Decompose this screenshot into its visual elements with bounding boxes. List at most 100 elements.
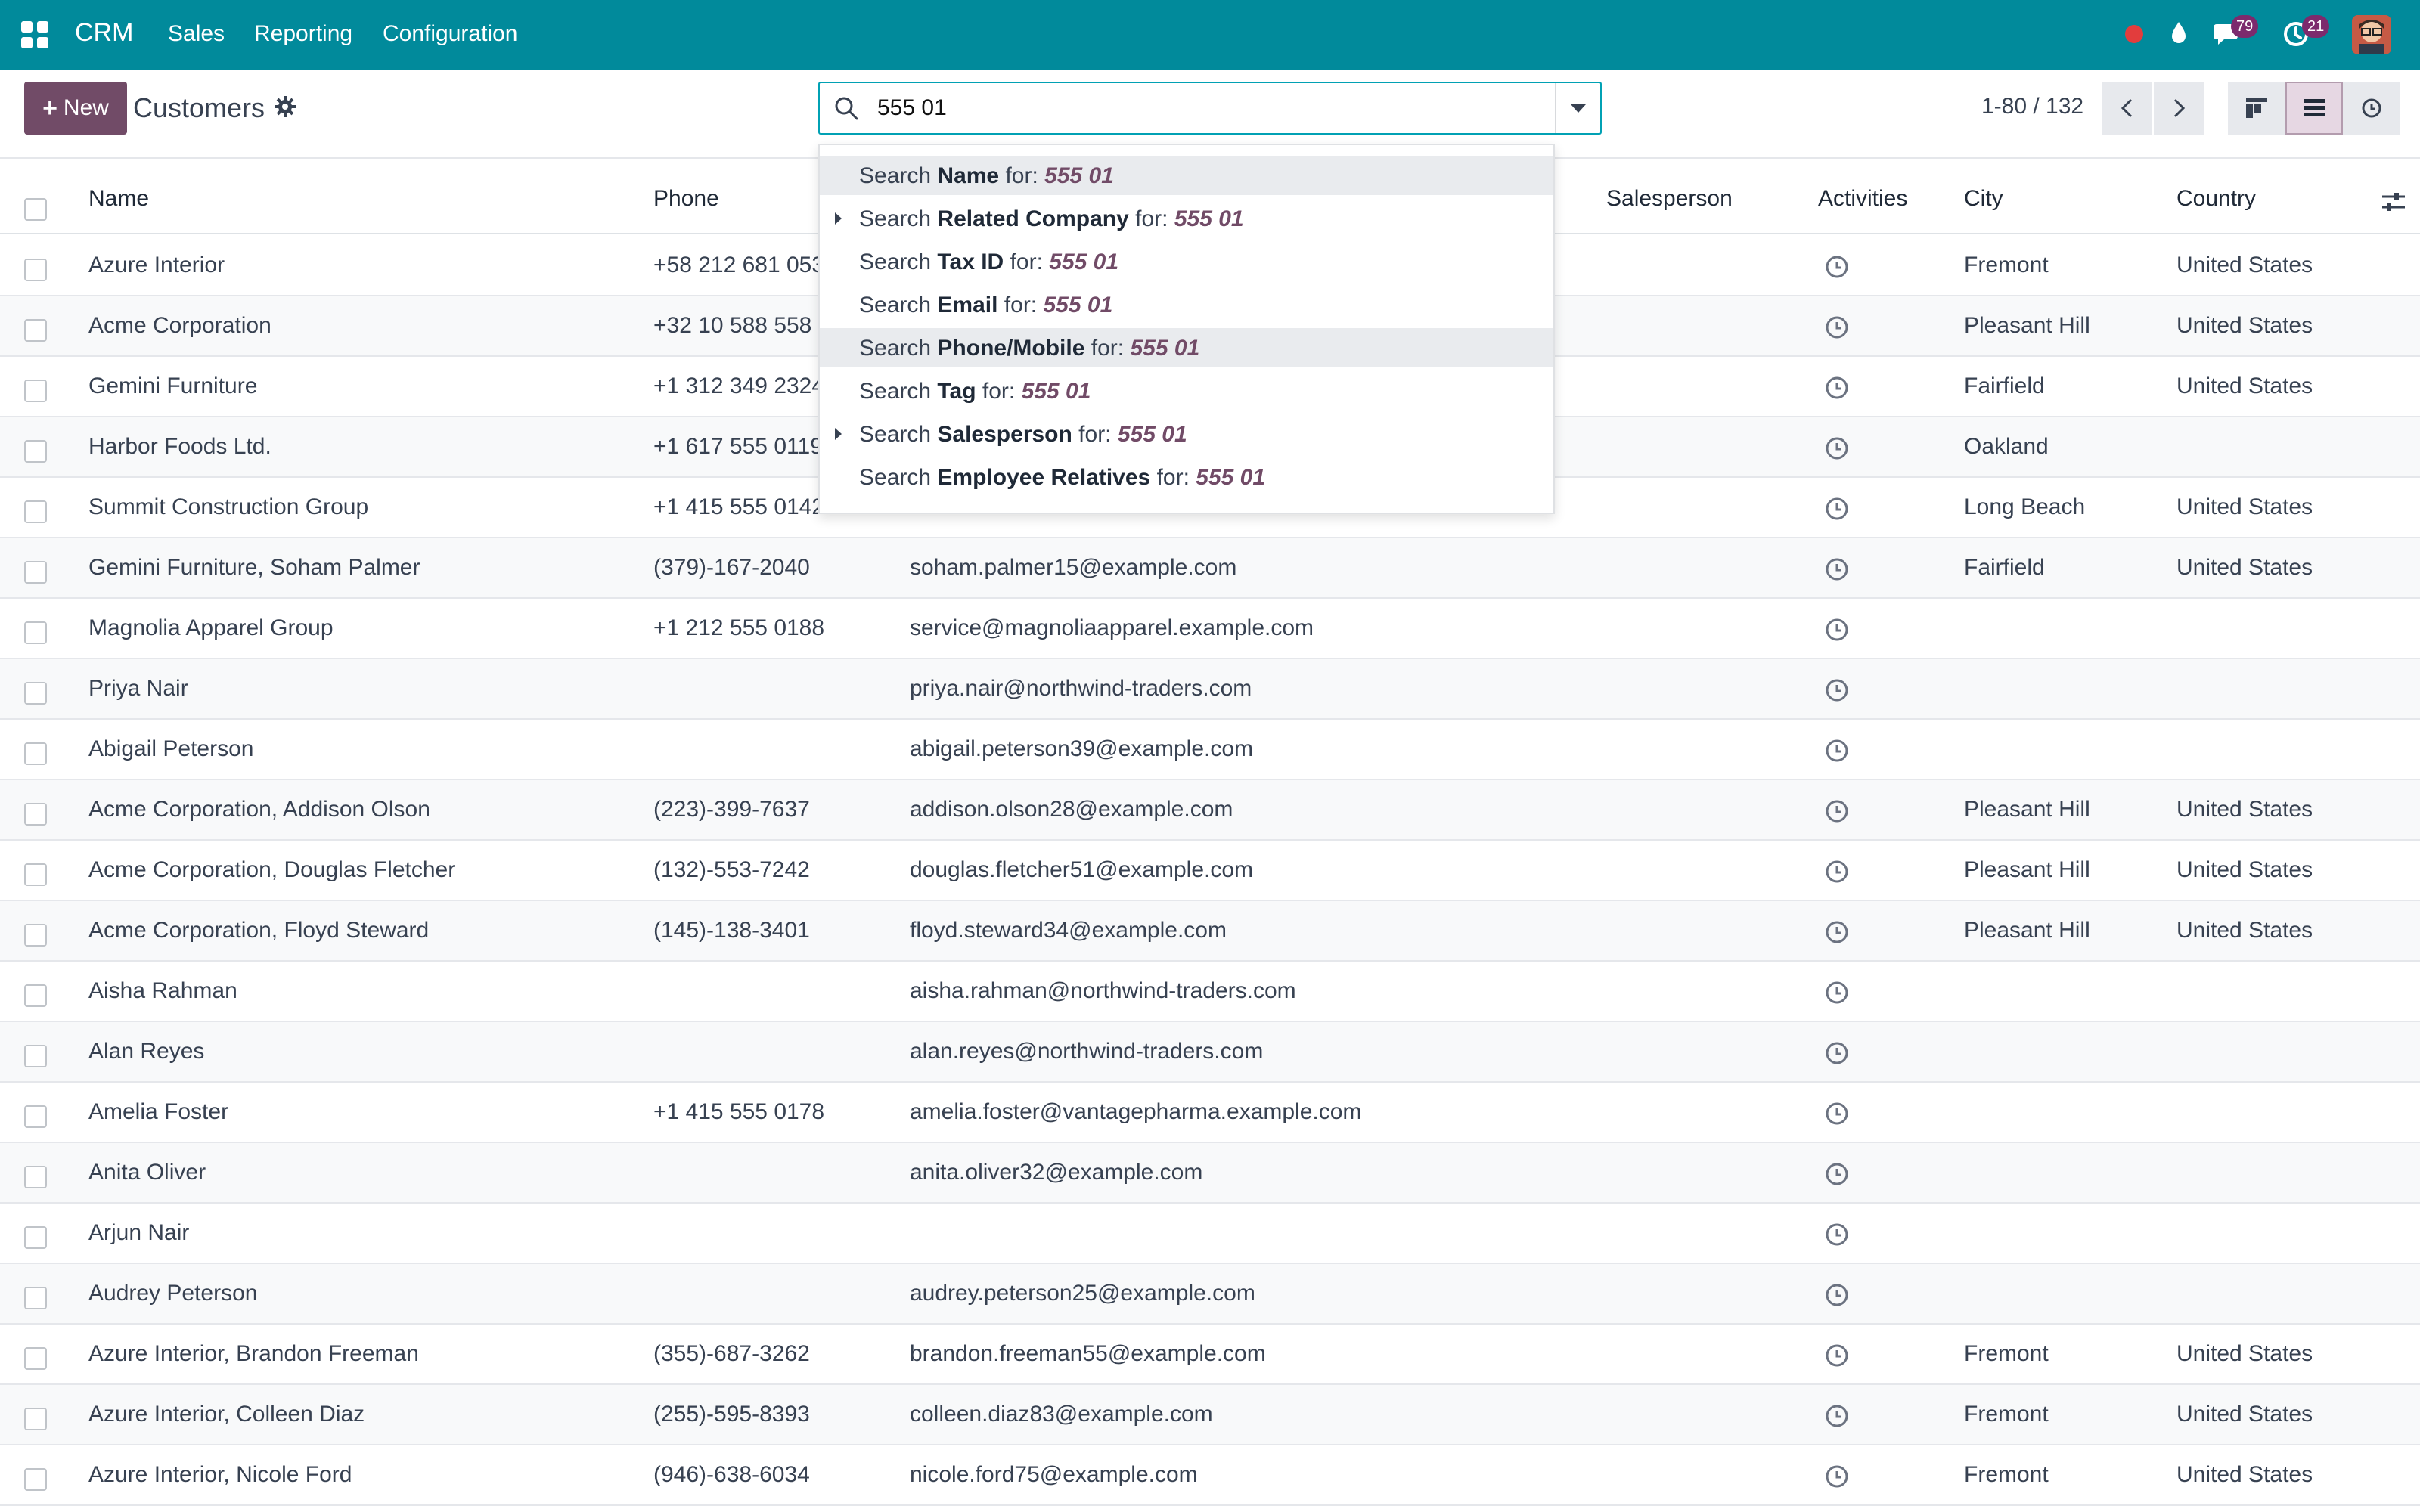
- pager-previous-button[interactable]: [2102, 82, 2152, 135]
- caret-right-icon[interactable]: [835, 428, 842, 440]
- search-option-related-company[interactable]: Search Related Company for: 555 01: [820, 199, 1553, 238]
- menu-item-reporting[interactable]: Reporting: [254, 21, 352, 47]
- table-row[interactable]: Azure Interior, Colleen Diaz (255)-595-83…: [0, 1385, 2420, 1445]
- user-avatar[interactable]: [2352, 15, 2391, 54]
- activity-clock-icon[interactable]: [1824, 677, 1850, 703]
- table-row[interactable]: Magnolia Apparel Group +1 212 555 0188 ser…: [0, 599, 2420, 659]
- activity-clock-icon[interactable]: [1824, 1040, 1850, 1066]
- table-row[interactable]: Amelia Foster +1 415 555 0178 amelia.foste…: [0, 1083, 2420, 1143]
- activity-clock-icon[interactable]: [1824, 254, 1850, 280]
- row-checkbox[interactable]: [24, 1226, 47, 1249]
- row-checkbox[interactable]: [24, 1408, 47, 1430]
- cell-name: Azure Interior, Colleen Diaz: [88, 1402, 365, 1427]
- search-option-phone-mobile[interactable]: Search Phone/Mobile for: 555 01: [820, 328, 1553, 367]
- pager-next-button[interactable]: [2154, 82, 2204, 135]
- table-row[interactable]: Alan Reyes alan.reyes@northwind-traders.c…: [0, 1022, 2420, 1083]
- gear-icon[interactable]: [274, 95, 296, 118]
- activity-clock-icon[interactable]: [1824, 798, 1850, 824]
- cell-email: amelia.foster@vantagepharma.example.com: [910, 1099, 1362, 1124]
- column-header-phone[interactable]: Phone: [653, 186, 719, 212]
- row-checkbox[interactable]: [24, 1045, 47, 1067]
- activity-clock-icon[interactable]: [1824, 314, 1850, 340]
- new-button[interactable]: + New: [24, 82, 127, 135]
- column-header-country[interactable]: Country: [2176, 186, 2256, 212]
- row-checkbox[interactable]: [24, 621, 47, 644]
- row-checkbox[interactable]: [24, 259, 47, 281]
- list-view-button[interactable]: [2285, 82, 2343, 135]
- column-header-activities[interactable]: Activities: [1818, 186, 1907, 212]
- row-checkbox[interactable]: [24, 1105, 47, 1128]
- table-row[interactable]: Azure Interior, Nicole Ford (946)-638-603…: [0, 1445, 2420, 1506]
- water-drop-icon[interactable]: [2167, 20, 2190, 47]
- column-header-salesperson[interactable]: Salesperson: [1606, 186, 1733, 212]
- table-row[interactable]: Audrey Peterson audrey.peterson25@example…: [0, 1264, 2420, 1325]
- row-checkbox[interactable]: [24, 742, 47, 765]
- row-checkbox[interactable]: [24, 380, 47, 402]
- row-checkbox[interactable]: [24, 500, 47, 523]
- table-row[interactable]: Gemini Furniture, Soham Palmer (379)-167-…: [0, 538, 2420, 599]
- search-options-toggle[interactable]: [1555, 83, 1600, 133]
- row-checkbox[interactable]: [24, 1347, 47, 1370]
- table-row[interactable]: Abigail Peterson abigail.peterson39@examp…: [0, 720, 2420, 780]
- search-option-tag[interactable]: Search Tag for: 555 01: [820, 371, 1553, 411]
- apps-grid-icon[interactable]: [21, 21, 48, 48]
- activity-view-button[interactable]: [2343, 82, 2400, 135]
- row-checkbox[interactable]: [24, 440, 47, 463]
- row-checkbox[interactable]: [24, 984, 47, 1007]
- row-checkbox[interactable]: [24, 319, 47, 342]
- cell-country: United States: [2176, 555, 2313, 580]
- row-checkbox[interactable]: [24, 924, 47, 947]
- column-header-name[interactable]: Name: [88, 186, 149, 212]
- search-option-employee-relatives[interactable]: Search Employee Relatives for: 555 01: [820, 457, 1553, 497]
- row-checkbox[interactable]: [24, 1468, 47, 1491]
- activity-clock-icon[interactable]: [1824, 1403, 1850, 1429]
- optional-columns-icon[interactable]: [2381, 189, 2406, 215]
- menu-item-configuration[interactable]: Configuration: [383, 21, 517, 47]
- table-row[interactable]: Acme Corporation, Addison Olson (223)-399…: [0, 780, 2420, 841]
- search-option-salesperson[interactable]: Search Salesperson for: 555 01: [820, 414, 1553, 454]
- row-checkbox[interactable]: [24, 561, 47, 584]
- activity-clock-icon[interactable]: [1824, 1464, 1850, 1489]
- table-row[interactable]: Aisha Rahman aisha.rahman@northwind-trade…: [0, 962, 2420, 1022]
- activity-clock-icon[interactable]: [1824, 1343, 1850, 1368]
- search-option-email[interactable]: Search Email for: 555 01: [820, 285, 1553, 324]
- menu-item-sales[interactable]: Sales: [168, 21, 225, 47]
- table-row[interactable]: Acme Corporation, Floyd Steward (145)-138…: [0, 901, 2420, 962]
- row-checkbox[interactable]: [24, 803, 47, 826]
- row-checkbox[interactable]: [24, 1287, 47, 1309]
- search-option-tax-id[interactable]: Search Tax ID for: 555 01: [820, 242, 1553, 281]
- row-checkbox[interactable]: [24, 682, 47, 705]
- activity-clock-icon[interactable]: [1824, 375, 1850, 401]
- activity-clock-icon[interactable]: [1824, 1222, 1850, 1247]
- activity-clock-icon[interactable]: [1824, 919, 1850, 945]
- row-checkbox[interactable]: [24, 863, 47, 886]
- activity-clock-icon[interactable]: [1824, 1282, 1850, 1308]
- recording-indicator-icon[interactable]: [2125, 25, 2143, 43]
- column-header-city[interactable]: City: [1964, 186, 2003, 212]
- activity-clock-icon[interactable]: [1824, 859, 1850, 885]
- table-row[interactable]: Priya Nair priya.nair@northwind-traders.c…: [0, 659, 2420, 720]
- activity-clock-icon[interactable]: [1824, 435, 1850, 461]
- row-checkbox[interactable]: [24, 1166, 47, 1188]
- cell-city: Fairfield: [1964, 555, 2045, 580]
- caret-right-icon[interactable]: [835, 212, 842, 225]
- activity-clock-icon[interactable]: [1824, 1101, 1850, 1126]
- app-brand[interactable]: CRM: [75, 18, 133, 48]
- search-input[interactable]: [877, 91, 1558, 125]
- activity-clock-icon[interactable]: [1824, 980, 1850, 1005]
- select-all-checkbox[interactable]: [24, 198, 47, 221]
- activity-clock-icon[interactable]: [1824, 738, 1850, 764]
- cell-name: Acme Corporation, Douglas Fletcher: [88, 857, 456, 882]
- activity-clock-icon[interactable]: [1824, 496, 1850, 522]
- activity-clock-icon[interactable]: [1824, 1161, 1850, 1187]
- activity-clock-icon[interactable]: [1824, 617, 1850, 643]
- kanban-view-button[interactable]: [2228, 82, 2285, 135]
- table-row[interactable]: Arjun Nair: [0, 1204, 2420, 1264]
- table-row[interactable]: Acme Corporation, Douglas Fletcher (132)-…: [0, 841, 2420, 901]
- activity-clock-icon[interactable]: [1824, 556, 1850, 582]
- table-row[interactable]: Anita Oliver anita.oliver32@example.com: [0, 1143, 2420, 1204]
- pager-value[interactable]: 1-80 / 132: [1981, 94, 2083, 119]
- search-option-name[interactable]: Search Name for: 555 01: [820, 156, 1553, 195]
- table-row[interactable]: Azure Interior, Brandon Freeman (355)-687…: [0, 1325, 2420, 1385]
- cell-country: United States: [2176, 797, 2313, 822]
